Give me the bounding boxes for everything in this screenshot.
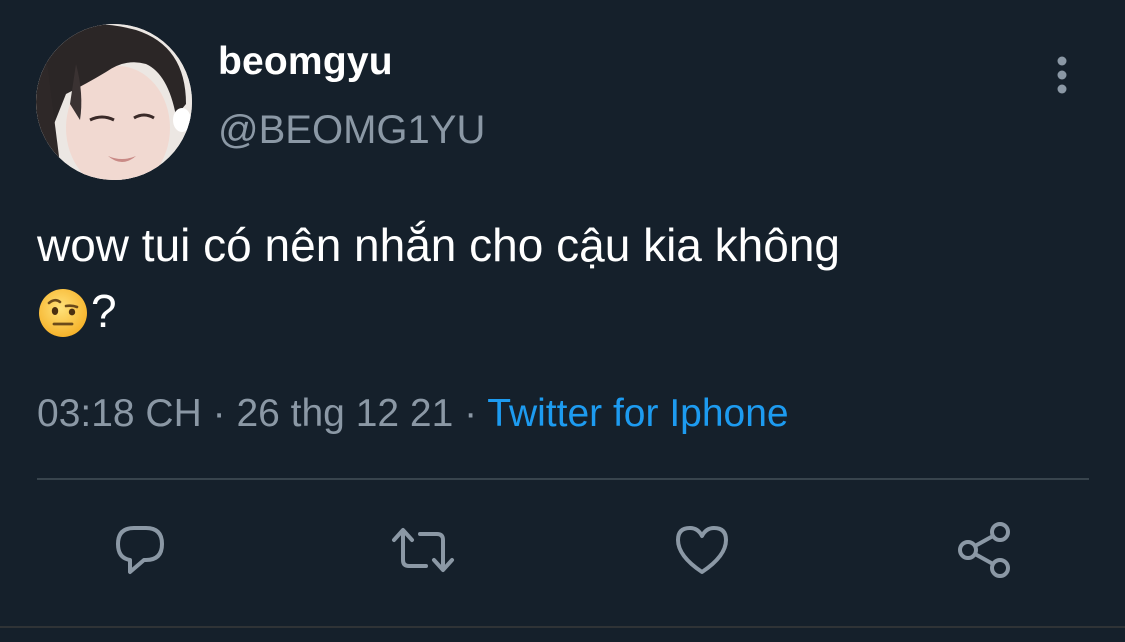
share-icon — [958, 522, 1010, 578]
avatar[interactable] — [36, 24, 192, 180]
meta-separator: · — [453, 392, 488, 435]
more-options-button[interactable] — [1046, 54, 1078, 98]
tweet-date: 26 thg 12 21 — [236, 392, 454, 435]
tweet-text-line: wow tui có nên nhắn cho cậu kia không — [37, 219, 840, 271]
reply-button[interactable] — [110, 520, 170, 580]
tweet-detail: beomgyu @BEOMG1YU wow tui có nên nhắn ch… — [0, 0, 1125, 642]
tweet-text: wow tui có nên nhắn cho cậu kia không ? — [37, 212, 1097, 344]
avatar-photo — [36, 24, 192, 180]
share-button[interactable] — [954, 520, 1014, 580]
retweet-icon — [392, 528, 454, 572]
more-vertical-icon — [1057, 56, 1067, 94]
meta-separator: · — [201, 392, 237, 435]
divider — [37, 478, 1089, 480]
heart-icon — [676, 526, 728, 574]
like-button[interactable] — [672, 520, 732, 580]
tweet-text-suffix: ? — [91, 285, 117, 337]
tweet-source-link[interactable]: Twitter for Iphone — [487, 392, 788, 435]
display-name[interactable]: beomgyu — [218, 40, 393, 84]
tweet-text-line: ? — [37, 278, 1097, 344]
tweet-time: 03:18 CH — [37, 392, 202, 435]
tweet-metadata: 03:18 CH · 26 thg 12 21 · Twitter for Ip… — [37, 392, 789, 436]
user-handle[interactable]: @BEOMG1YU — [218, 108, 485, 153]
raised-eyebrow-emoji-icon — [39, 289, 87, 337]
retweet-button[interactable] — [390, 520, 454, 580]
reply-icon — [116, 526, 164, 574]
divider — [0, 626, 1125, 628]
